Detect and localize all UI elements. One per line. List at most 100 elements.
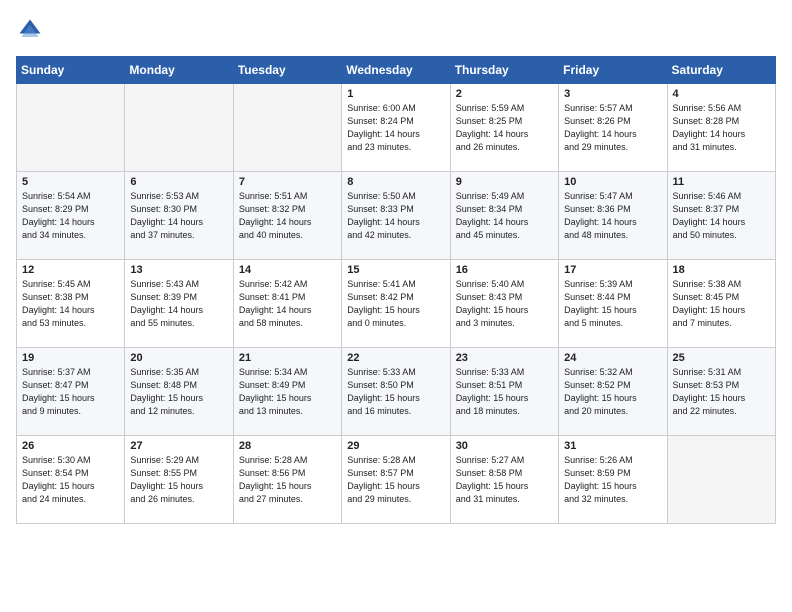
page-header [16, 16, 776, 44]
day-number: 2 [456, 88, 553, 100]
day-info: Sunrise: 5:56 AM Sunset: 8:28 PM Dayligh… [673, 102, 770, 154]
day-info: Sunrise: 5:45 AM Sunset: 8:38 PM Dayligh… [22, 278, 119, 330]
day-number: 22 [347, 352, 444, 364]
day-number: 11 [673, 176, 770, 188]
calendar-cell: 30 Sunrise: 5:27 AM Sunset: 8:58 PM Dayli… [450, 436, 558, 524]
day-number: 13 [130, 264, 227, 276]
calendar-cell: 4 Sunrise: 5:56 AM Sunset: 8:28 PM Daylig… [667, 84, 775, 172]
day-info: Sunrise: 5:46 AM Sunset: 8:37 PM Dayligh… [673, 190, 770, 242]
calendar-cell: 8 Sunrise: 5:50 AM Sunset: 8:33 PM Daylig… [342, 172, 450, 260]
day-number: 29 [347, 440, 444, 452]
calendar-cell: 10 Sunrise: 5:47 AM Sunset: 8:36 PM Dayli… [559, 172, 667, 260]
day-info: Sunrise: 5:41 AM Sunset: 8:42 PM Dayligh… [347, 278, 444, 330]
day-number: 25 [673, 352, 770, 364]
weekday-header-saturday: Saturday [667, 57, 775, 84]
day-info: Sunrise: 5:28 AM Sunset: 8:56 PM Dayligh… [239, 454, 336, 506]
day-number: 17 [564, 264, 661, 276]
day-info: Sunrise: 5:31 AM Sunset: 8:53 PM Dayligh… [673, 366, 770, 418]
calendar-cell [233, 84, 341, 172]
day-info: Sunrise: 5:33 AM Sunset: 8:50 PM Dayligh… [347, 366, 444, 418]
calendar-cell [667, 436, 775, 524]
weekday-header-row: SundayMondayTuesdayWednesdayThursdayFrid… [17, 57, 776, 84]
week-row-1: 1 Sunrise: 6:00 AM Sunset: 8:24 PM Daylig… [17, 84, 776, 172]
weekday-header-thursday: Thursday [450, 57, 558, 84]
weekday-header-sunday: Sunday [17, 57, 125, 84]
day-number: 8 [347, 176, 444, 188]
day-number: 7 [239, 176, 336, 188]
day-info: Sunrise: 5:33 AM Sunset: 8:51 PM Dayligh… [456, 366, 553, 418]
calendar-cell: 21 Sunrise: 5:34 AM Sunset: 8:49 PM Dayli… [233, 348, 341, 436]
calendar-cell: 13 Sunrise: 5:43 AM Sunset: 8:39 PM Dayli… [125, 260, 233, 348]
week-row-5: 26Sunrise: 5:30 AM Sunset: 8:54 PM Dayli… [17, 436, 776, 524]
day-info: Sunrise: 5:27 AM Sunset: 8:58 PM Dayligh… [456, 454, 553, 506]
calendar-cell: 7 Sunrise: 5:51 AM Sunset: 8:32 PM Daylig… [233, 172, 341, 260]
day-number: 19 [22, 352, 119, 364]
day-info: Sunrise: 5:37 AM Sunset: 8:47 PM Dayligh… [22, 366, 119, 418]
day-info: Sunrise: 5:51 AM Sunset: 8:32 PM Dayligh… [239, 190, 336, 242]
day-number: 15 [347, 264, 444, 276]
calendar-cell: 28 Sunrise: 5:28 AM Sunset: 8:56 PM Dayli… [233, 436, 341, 524]
week-row-4: 19 Sunrise: 5:37 AM Sunset: 8:47 PM Dayli… [17, 348, 776, 436]
day-info: Sunrise: 5:29 AM Sunset: 8:55 PM Dayligh… [130, 454, 227, 506]
day-number: 27 [130, 440, 227, 452]
calendar-cell: 1 Sunrise: 6:00 AM Sunset: 8:24 PM Daylig… [342, 84, 450, 172]
day-info: Sunrise: 5:50 AM Sunset: 8:33 PM Dayligh… [347, 190, 444, 242]
day-number: 4 [673, 88, 770, 100]
day-info: Sunrise: 5:54 AM Sunset: 8:29 PM Dayligh… [22, 190, 119, 242]
day-info: Sunrise: 5:57 AM Sunset: 8:26 PM Dayligh… [564, 102, 661, 154]
day-number: 23 [456, 352, 553, 364]
day-number: 20 [130, 352, 227, 364]
calendar-cell: 27 Sunrise: 5:29 AM Sunset: 8:55 PM Dayli… [125, 436, 233, 524]
day-number: 21 [239, 352, 336, 364]
day-info: Sunrise: 5:35 AM Sunset: 8:48 PM Dayligh… [130, 366, 227, 418]
calendar-table: SundayMondayTuesdayWednesdayThursdayFrid… [16, 56, 776, 524]
calendar-cell: 5 Sunrise: 5:54 AM Sunset: 8:29 PM Daylig… [17, 172, 125, 260]
calendar-cell: 22 Sunrise: 5:33 AM Sunset: 8:50 PM Dayli… [342, 348, 450, 436]
weekday-header-monday: Monday [125, 57, 233, 84]
day-info: Sunrise: 5:26 AM Sunset: 8:59 PM Dayligh… [564, 454, 661, 506]
day-number: 30 [456, 440, 553, 452]
day-number: 9 [456, 176, 553, 188]
day-info: Sunrise: 5:34 AM Sunset: 8:49 PM Dayligh… [239, 366, 336, 418]
day-info: Sunrise: 5:43 AM Sunset: 8:39 PM Dayligh… [130, 278, 227, 330]
day-number: 31 [564, 440, 661, 452]
day-info: Sunrise: 6:00 AM Sunset: 8:24 PM Dayligh… [347, 102, 444, 154]
day-number: 14 [239, 264, 336, 276]
day-number: 10 [564, 176, 661, 188]
calendar-cell: 12 Sunrise: 5:45 AM Sunset: 8:38 PM Dayli… [17, 260, 125, 348]
day-info: Sunrise: 5:42 AM Sunset: 8:41 PM Dayligh… [239, 278, 336, 330]
weekday-header-wednesday: Wednesday [342, 57, 450, 84]
logo [16, 16, 48, 44]
day-info: Sunrise: 5:40 AM Sunset: 8:43 PM Dayligh… [456, 278, 553, 330]
calendar-cell: 26Sunrise: 5:30 AM Sunset: 8:54 PM Dayli… [17, 436, 125, 524]
day-number: 28 [239, 440, 336, 452]
day-info: Sunrise: 5:28 AM Sunset: 8:57 PM Dayligh… [347, 454, 444, 506]
calendar-cell [125, 84, 233, 172]
calendar-cell: 25 Sunrise: 5:31 AM Sunset: 8:53 PM Dayli… [667, 348, 775, 436]
day-number: 5 [22, 176, 119, 188]
day-number: 16 [456, 264, 553, 276]
calendar-cell: 16 Sunrise: 5:40 AM Sunset: 8:43 PM Dayli… [450, 260, 558, 348]
calendar-cell: 31 Sunrise: 5:26 AM Sunset: 8:59 PM Dayli… [559, 436, 667, 524]
calendar-cell [17, 84, 125, 172]
calendar-cell: 2Sunrise: 5:59 AM Sunset: 8:25 PM Daylig… [450, 84, 558, 172]
day-info: Sunrise: 5:53 AM Sunset: 8:30 PM Dayligh… [130, 190, 227, 242]
day-info: Sunrise: 5:39 AM Sunset: 8:44 PM Dayligh… [564, 278, 661, 330]
weekday-header-friday: Friday [559, 57, 667, 84]
logo-icon [16, 16, 44, 44]
calendar-cell: 23 Sunrise: 5:33 AM Sunset: 8:51 PM Dayli… [450, 348, 558, 436]
calendar-cell: 17 Sunrise: 5:39 AM Sunset: 8:44 PM Dayli… [559, 260, 667, 348]
calendar-cell: 24Sunrise: 5:32 AM Sunset: 8:52 PM Dayli… [559, 348, 667, 436]
day-number: 12 [22, 264, 119, 276]
calendar-cell: 18Sunrise: 5:38 AM Sunset: 8:45 PM Dayli… [667, 260, 775, 348]
calendar-cell: 19 Sunrise: 5:37 AM Sunset: 8:47 PM Dayli… [17, 348, 125, 436]
weekday-header-tuesday: Tuesday [233, 57, 341, 84]
calendar-cell: 6Sunrise: 5:53 AM Sunset: 8:30 PM Daylig… [125, 172, 233, 260]
calendar-cell: 15 Sunrise: 5:41 AM Sunset: 8:42 PM Dayli… [342, 260, 450, 348]
week-row-3: 12 Sunrise: 5:45 AM Sunset: 8:38 PM Dayli… [17, 260, 776, 348]
calendar-cell: 14 Sunrise: 5:42 AM Sunset: 8:41 PM Dayli… [233, 260, 341, 348]
day-info: Sunrise: 5:38 AM Sunset: 8:45 PM Dayligh… [673, 278, 770, 330]
day-number: 1 [347, 88, 444, 100]
day-info: Sunrise: 5:47 AM Sunset: 8:36 PM Dayligh… [564, 190, 661, 242]
day-number: 3 [564, 88, 661, 100]
